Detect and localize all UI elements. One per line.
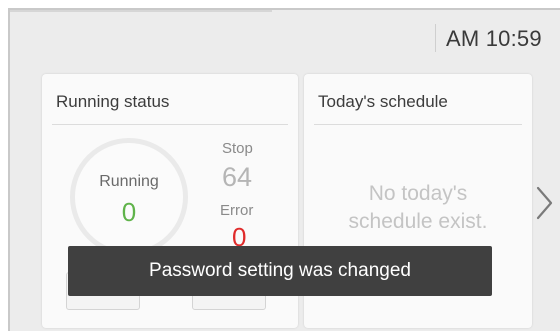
empty-schedule-message: No today's schedule exist.: [304, 180, 532, 236]
empty-message-line-2: schedule exist.: [348, 210, 488, 233]
error-label: Error: [220, 202, 254, 219]
running-count: 0: [121, 197, 137, 227]
toast-notification: Password setting was changed: [68, 246, 492, 296]
clock-separator: [435, 24, 436, 52]
running-ring: Running 0: [70, 138, 188, 256]
top-divider: [10, 10, 272, 12]
card-divider: [314, 124, 522, 125]
clock: AM 10:59: [446, 26, 542, 51]
card-divider: [52, 124, 288, 125]
stop-label: Stop: [222, 140, 253, 157]
running-status-title: Running status: [56, 92, 170, 111]
schedule-title: Today's schedule: [318, 92, 448, 111]
running-label: Running: [99, 173, 159, 190]
chevron-right-icon[interactable]: [536, 186, 554, 220]
stop-count: 64: [222, 162, 253, 192]
empty-message-line-1: No today's: [368, 182, 468, 205]
